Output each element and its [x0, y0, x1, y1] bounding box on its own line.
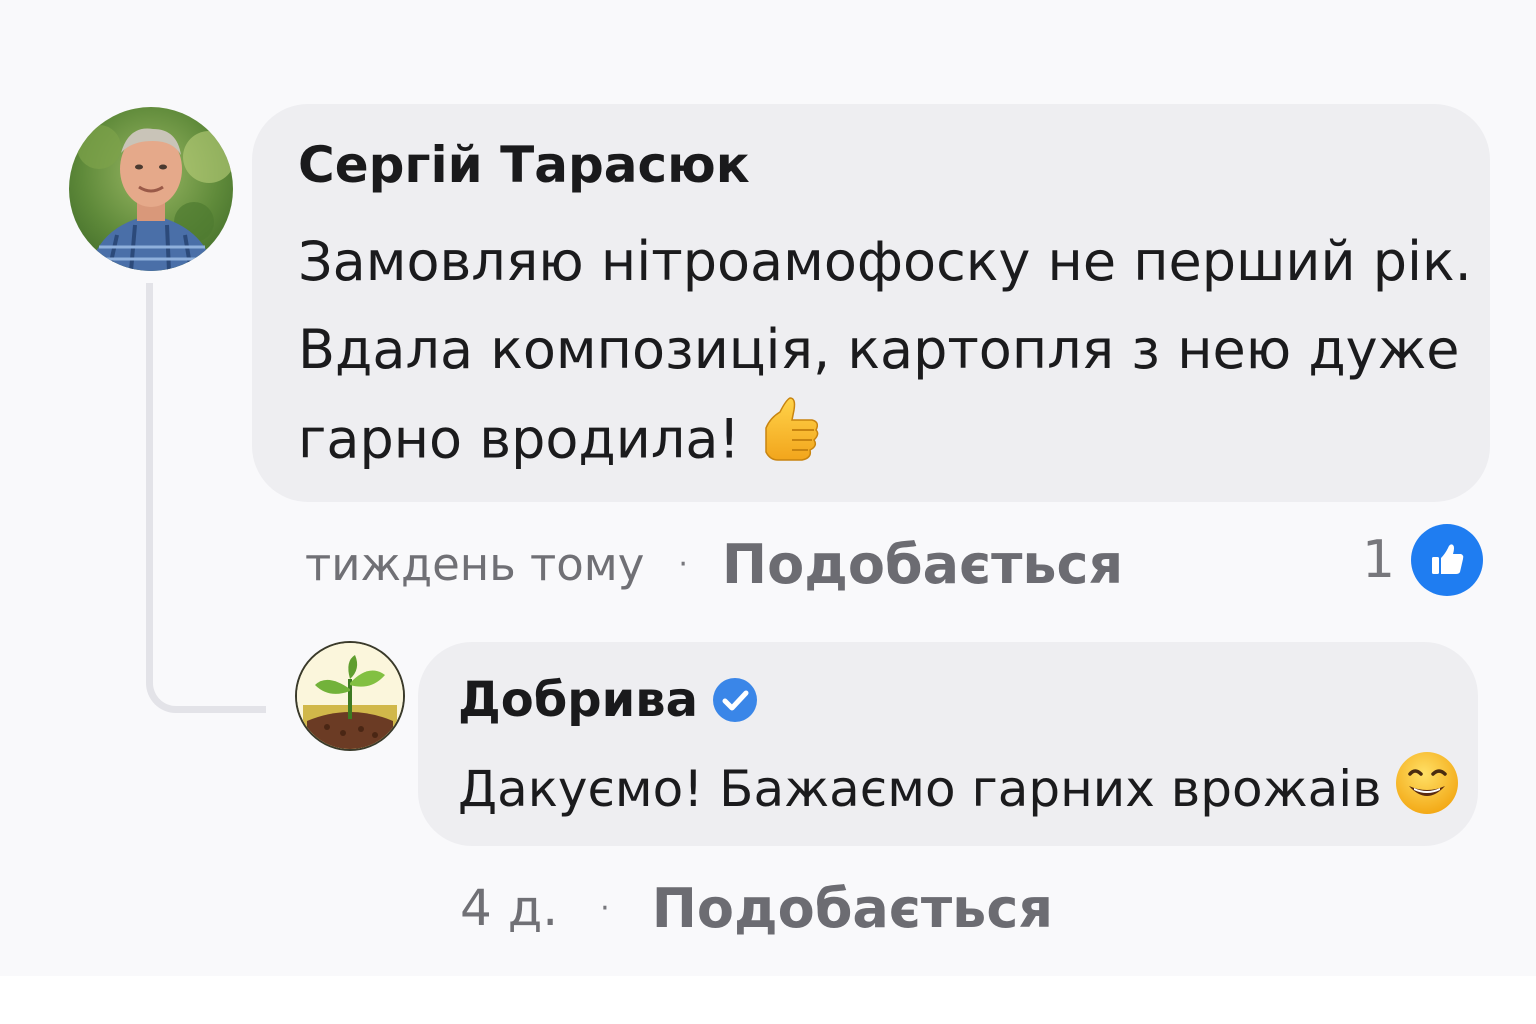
reply-author-name: Добрива — [458, 672, 698, 728]
reply-text: Дакуємо! Бажаємо гарних врожаів — [458, 750, 1460, 835]
reaction-count: 1 — [1362, 530, 1396, 590]
meta-separator: · — [678, 546, 688, 582]
comment-timestamp[interactable]: тиждень тому — [305, 538, 644, 591]
comment-meta: тиждень тому · Подобається — [305, 532, 1123, 596]
comment-text-line: гарно вродила! — [298, 394, 1472, 482]
thumbs-up-emoji — [752, 394, 824, 492]
reply-text-content: Дакуємо! Бажаємо гарних врожаів — [458, 760, 1382, 818]
verified-badge-icon — [712, 677, 758, 723]
person-photo-avatar[interactable] — [69, 107, 233, 271]
smiling-emoji — [1394, 750, 1460, 835]
like-icon — [1411, 524, 1484, 596]
thread-connector-line — [146, 283, 266, 713]
reply-author[interactable]: Добрива — [458, 670, 758, 730]
comment-text-line: Вдала композиція, картопля з нею дуже — [298, 318, 1460, 381]
comment-author-name[interactable]: Сергій Тарасюк — [298, 134, 750, 196]
comment-text-line-content: гарно вродила! — [298, 407, 741, 471]
reply-meta: 4 д. · Подобається — [460, 876, 1053, 940]
page-bottom-area — [0, 976, 1536, 1024]
sprout-logo-avatar[interactable] — [295, 641, 405, 751]
comment-thread: Сергій Тарасюк Замовляю нітроамофоску не… — [0, 0, 1536, 976]
comment-bubble: Сергій Тарасюк Замовляю нітроамофоску не… — [252, 104, 1490, 502]
reply-like-button[interactable]: Подобається — [652, 877, 1053, 940]
reply-bubble: Добрива Дакуємо! Бажаємо гарних врожаів — [418, 642, 1478, 846]
like-button[interactable]: Подобається — [722, 533, 1123, 596]
comment-text: Замовляю нітроамофоску не перший рік. Вд… — [298, 218, 1472, 482]
reply-timestamp[interactable]: 4 д. — [460, 879, 558, 937]
reaction-summary[interactable]: 1 — [1362, 524, 1484, 596]
meta-separator: · — [600, 890, 610, 926]
comment-text-line: Замовляю нітроамофоску не перший рік. — [298, 230, 1472, 293]
